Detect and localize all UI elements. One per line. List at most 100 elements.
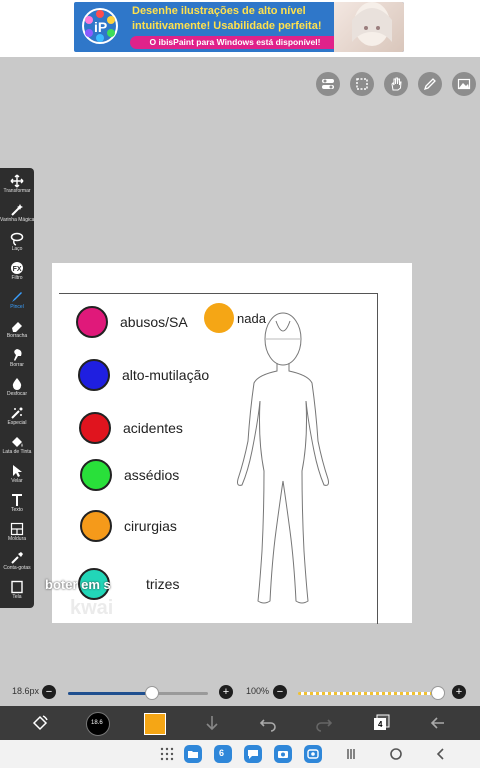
brush-icon — [12, 292, 22, 302]
tool-eraser[interactable]: Borracha — [0, 317, 34, 345]
tool-text[interactable]: Texto — [0, 491, 34, 519]
size-increase-button[interactable]: + — [219, 685, 233, 699]
system-navigation-bar: 6 — [0, 740, 480, 768]
brush-size-label: 18.6px — [12, 686, 40, 696]
special-icon — [11, 407, 23, 419]
body-outline — [237, 312, 329, 604]
legend-color-dot — [76, 306, 108, 338]
legend-color-dot — [80, 510, 112, 542]
caption-overlay: boter em s — [45, 577, 111, 592]
tool-frame[interactable]: Moldura — [0, 520, 34, 548]
ad-headline-line1: Desenhe ilustrações de alto nível — [132, 5, 306, 17]
svg-text:FX: FX — [13, 266, 22, 273]
eyedropper-icon — [11, 552, 23, 564]
back-button[interactable] — [428, 713, 448, 733]
size-slider-thumb[interactable] — [145, 686, 159, 700]
opacity-increase-button[interactable]: + — [452, 685, 466, 699]
calendar-app-button[interactable]: 6 — [214, 745, 232, 763]
drawing-canvas[interactable]: abusos/SA alto-mutilação acidentes asséd… — [45, 263, 412, 624]
tool-label: Especial — [7, 420, 27, 426]
legend-color-dot — [80, 459, 112, 491]
redo-icon — [316, 719, 333, 732]
home-icon — [390, 748, 402, 760]
tool-label: Velar — [11, 478, 23, 484]
tool-smudge[interactable]: Borrar — [0, 346, 34, 374]
folder-icon — [188, 751, 198, 758]
tool-label: Conta-gotas — [3, 565, 31, 571]
legend-label: acidentes — [123, 420, 183, 436]
tool-label: Filtro — [11, 275, 23, 281]
calendar-badge: 6 — [219, 748, 225, 758]
app-drawer-button[interactable] — [158, 745, 176, 768]
recents-button[interactable] — [342, 745, 360, 768]
pen-settings-button[interactable] — [418, 72, 442, 96]
legend-color-dot — [79, 412, 111, 444]
record-icon — [307, 749, 319, 759]
tool-eyedropper[interactable]: Conta-gotas — [0, 549, 34, 577]
legend-label: trizes — [146, 576, 180, 592]
cursor-icon — [13, 465, 22, 477]
toggle-icon — [322, 79, 334, 89]
tool-canvas[interactable]: Tela — [0, 578, 34, 606]
messages-app-button[interactable] — [244, 745, 262, 763]
legend-item: cirurgias — [80, 510, 177, 542]
tool-transform[interactable]: Transformar — [0, 172, 34, 200]
ad-banner-content[interactable]: iP Desenhe ilustrações de alto nível int… — [74, 2, 404, 52]
chevron-left-icon — [436, 748, 444, 760]
ad-banner[interactable]: iP Desenhe ilustrações de alto nível int… — [0, 0, 480, 57]
brush-size-indicator[interactable]: 18.6 — [86, 712, 110, 736]
screen-recorder-app-button[interactable] — [304, 745, 322, 763]
tool-lasso[interactable]: Laço — [0, 230, 34, 258]
tool-label: Tela — [12, 594, 22, 600]
hand-button[interactable] — [384, 72, 408, 96]
hand-icon — [391, 77, 402, 91]
tool-bucket[interactable]: Lata de Tinta — [0, 433, 34, 461]
layers-button[interactable]: 4 — [371, 713, 391, 733]
legend-color-dot — [78, 359, 110, 391]
tool-label: Desfocar — [6, 391, 27, 397]
undo-button[interactable] — [258, 713, 278, 733]
brush-size-badge: 18.6 — [91, 720, 103, 726]
ad-cta-button[interactable]: O ibisPaint para Windows está disponível… — [130, 36, 340, 49]
tool-magic-wand[interactable]: Varinha Mágica — [0, 201, 34, 229]
bucket-icon — [12, 437, 23, 447]
canvas-icon — [11, 580, 23, 594]
opacity-decrease-button[interactable]: − — [273, 685, 287, 699]
image-icon — [457, 78, 471, 90]
selection-icon — [356, 78, 368, 90]
opacity-slider-thumb[interactable] — [431, 686, 445, 700]
lasso-icon — [10, 232, 24, 246]
tool-brush[interactable]: Pincel — [0, 288, 34, 316]
tool-label: Texto — [11, 507, 23, 513]
color-swatch-button[interactable] — [144, 713, 166, 735]
files-app-button[interactable] — [184, 745, 202, 763]
brush-settings-row: 18.6px − + 100% − + — [0, 682, 480, 704]
tool-select[interactable]: Velar — [0, 462, 34, 490]
camera-app-button[interactable] — [274, 745, 292, 763]
tool-label: Varinha Mágica — [0, 217, 35, 223]
plus-icon: + — [455, 686, 463, 698]
blur-icon — [12, 378, 22, 390]
selection-button[interactable] — [350, 72, 374, 96]
move-icon — [10, 174, 24, 188]
nav-back-button[interactable] — [432, 745, 450, 768]
home-button[interactable] — [387, 745, 405, 768]
modify-button[interactable] — [30, 713, 50, 733]
tool-filter[interactable]: FX Filtro — [0, 259, 34, 287]
arrow-left-icon — [430, 717, 444, 729]
reference-button[interactable] — [452, 72, 476, 96]
size-decrease-button[interactable]: − — [42, 685, 56, 699]
opacity-slider-track[interactable] — [298, 692, 438, 695]
tool-special[interactable]: Especial — [0, 404, 34, 432]
legend-label: abusos/SA — [120, 314, 188, 330]
fx-icon: FX — [11, 262, 23, 274]
redo-button[interactable] — [314, 713, 334, 733]
tool-label: Borrar — [10, 362, 24, 368]
tool-label: Laço — [11, 246, 23, 252]
top-tools — [316, 72, 476, 96]
download-button[interactable] — [202, 713, 222, 733]
legend-item: acidentes — [79, 412, 183, 444]
tool-blur[interactable]: Desfocar — [0, 375, 34, 403]
tool-label: Borracha — [6, 333, 28, 339]
layer-toggle-button[interactable] — [316, 72, 340, 96]
